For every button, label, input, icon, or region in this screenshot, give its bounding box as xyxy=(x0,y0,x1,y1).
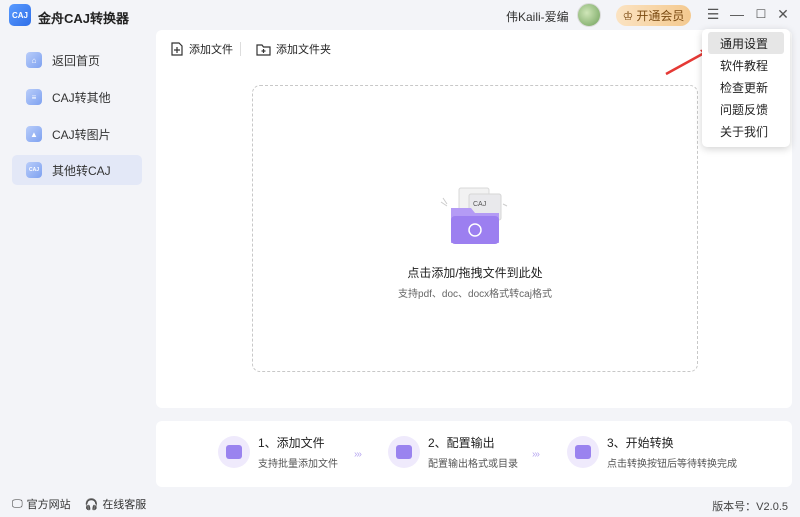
sidebar-item-label: 其他转CAJ xyxy=(52,163,111,178)
drop-zone-title: 点击添加/拖拽文件到此处 xyxy=(407,266,543,280)
sidebar-item-label: CAJ转其他 xyxy=(52,90,111,105)
step-arrows-icon: ››› xyxy=(354,449,362,460)
sidebar-item-other-to-caj[interactable]: CAJ 其他转CAJ xyxy=(12,155,142,185)
sidebar-item-label: 返回首页 xyxy=(52,53,101,68)
official-site-link[interactable]: 🖵 官方网站 xyxy=(12,496,71,512)
maximize-icon[interactable]: ☐ xyxy=(752,5,770,23)
home-icon: ⌂ xyxy=(26,52,42,68)
step-add-file: 1、添加文件 支持批量添加文件 xyxy=(218,434,338,470)
sidebar-item-caj-to-image[interactable]: ▲ CAJ转图片 xyxy=(12,119,142,149)
convert-icon xyxy=(567,436,599,468)
add-folder-label: 添加文件夹 xyxy=(276,44,331,56)
app-logo-icon: CAJ xyxy=(9,4,31,26)
username[interactable]: 伟Kaili-爱编 xyxy=(506,8,569,25)
menu-item-feedback[interactable]: 问题反馈 xyxy=(708,98,784,120)
steps-panel: 1、添加文件 支持批量添加文件 ››› 2、配置输出 配置输出格式或目录 ›››… xyxy=(156,421,792,487)
headset-icon: 🎧 xyxy=(84,498,99,511)
step-configure-output: 2、配置输出 配置输出格式或目录 xyxy=(388,434,518,470)
avatar[interactable] xyxy=(577,3,601,27)
app-title: 金舟CAJ转换器 xyxy=(38,11,130,26)
caj-art-label: CAJ xyxy=(473,201,486,208)
vip-button[interactable]: ♔ 开通会员 xyxy=(616,5,691,26)
menu-item-check-update[interactable]: 检查更新 xyxy=(708,76,784,98)
sidebar-item-label: CAJ转图片 xyxy=(52,127,111,142)
document-icon: ≡ xyxy=(26,89,42,105)
crown-icon: ♔ xyxy=(622,8,634,23)
main-menu-dropdown: 通用设置 软件教程 检查更新 问题反馈 关于我们 xyxy=(702,29,790,147)
step-arrows-icon: ››› xyxy=(532,449,540,460)
add-folder-button[interactable]: 添加文件夹 xyxy=(256,41,331,57)
sidebar-item-caj-to-other[interactable]: ≡ CAJ转其他 xyxy=(12,82,142,112)
step-title: 2、配置输出 xyxy=(428,436,495,450)
step-desc: 配置输出格式或目录 xyxy=(428,459,518,470)
step-desc: 点击转换按钮后等待转换完成 xyxy=(607,459,737,470)
official-site-label: 官方网站 xyxy=(26,499,71,511)
step-start-convert: 3、开始转换 点击转换按钮后等待转换完成 xyxy=(567,434,737,470)
drop-zone-subtitle: 支持pdf、doc、docx格式转caj格式 xyxy=(398,289,552,300)
monitor-icon: 🖵 xyxy=(12,497,23,510)
vip-button-label: 开通会员 xyxy=(636,9,685,23)
step-desc: 支持批量添加文件 xyxy=(258,459,338,470)
output-config-icon xyxy=(388,436,420,468)
add-folder-icon xyxy=(256,43,271,56)
online-service-link[interactable]: 🎧 在线客服 xyxy=(85,496,147,512)
menu-item-about[interactable]: 关于我们 xyxy=(708,120,784,142)
step-title: 1、添加文件 xyxy=(258,436,325,450)
menu-icon[interactable]: ☰ xyxy=(704,5,722,23)
caj-icon: CAJ xyxy=(26,162,42,178)
add-file-button[interactable]: 添加文件 xyxy=(170,41,233,57)
minimize-icon[interactable]: — xyxy=(728,5,746,23)
add-file-icon xyxy=(171,42,183,56)
step-title: 3、开始转换 xyxy=(607,436,674,450)
menu-item-general-settings[interactable]: 通用设置 xyxy=(708,32,784,54)
toolbar-divider xyxy=(240,42,241,56)
title-bar: CAJ 金舟CAJ转换器 伟Kaili-爱编 ♔ 开通会员 ☰ — ☐ ✕ xyxy=(0,0,800,30)
add-file-label: 添加文件 xyxy=(189,44,233,56)
menu-item-tutorial[interactable]: 软件教程 xyxy=(708,54,784,76)
close-icon[interactable]: ✕ xyxy=(774,5,792,23)
version-label: 版本号：V2.0.5 xyxy=(712,501,788,513)
image-icon: ▲ xyxy=(26,126,42,142)
folder-icon xyxy=(218,436,250,468)
sidebar-item-home[interactable]: ⌂ 返回首页 xyxy=(12,45,142,75)
online-service-label: 在线客服 xyxy=(102,499,147,511)
folder-illustration-icon: CAJ xyxy=(440,187,508,244)
main-panel: 添加文件 添加文件夹 CAJ 点击添加/拖拽文件到此处 支持pdf、doc、do… xyxy=(156,30,792,408)
file-drop-zone[interactable]: CAJ 点击添加/拖拽文件到此处 支持pdf、doc、docx格式转caj格式 xyxy=(252,85,698,372)
footer-links: 🖵 官方网站 🎧 在线客服 xyxy=(12,496,146,512)
